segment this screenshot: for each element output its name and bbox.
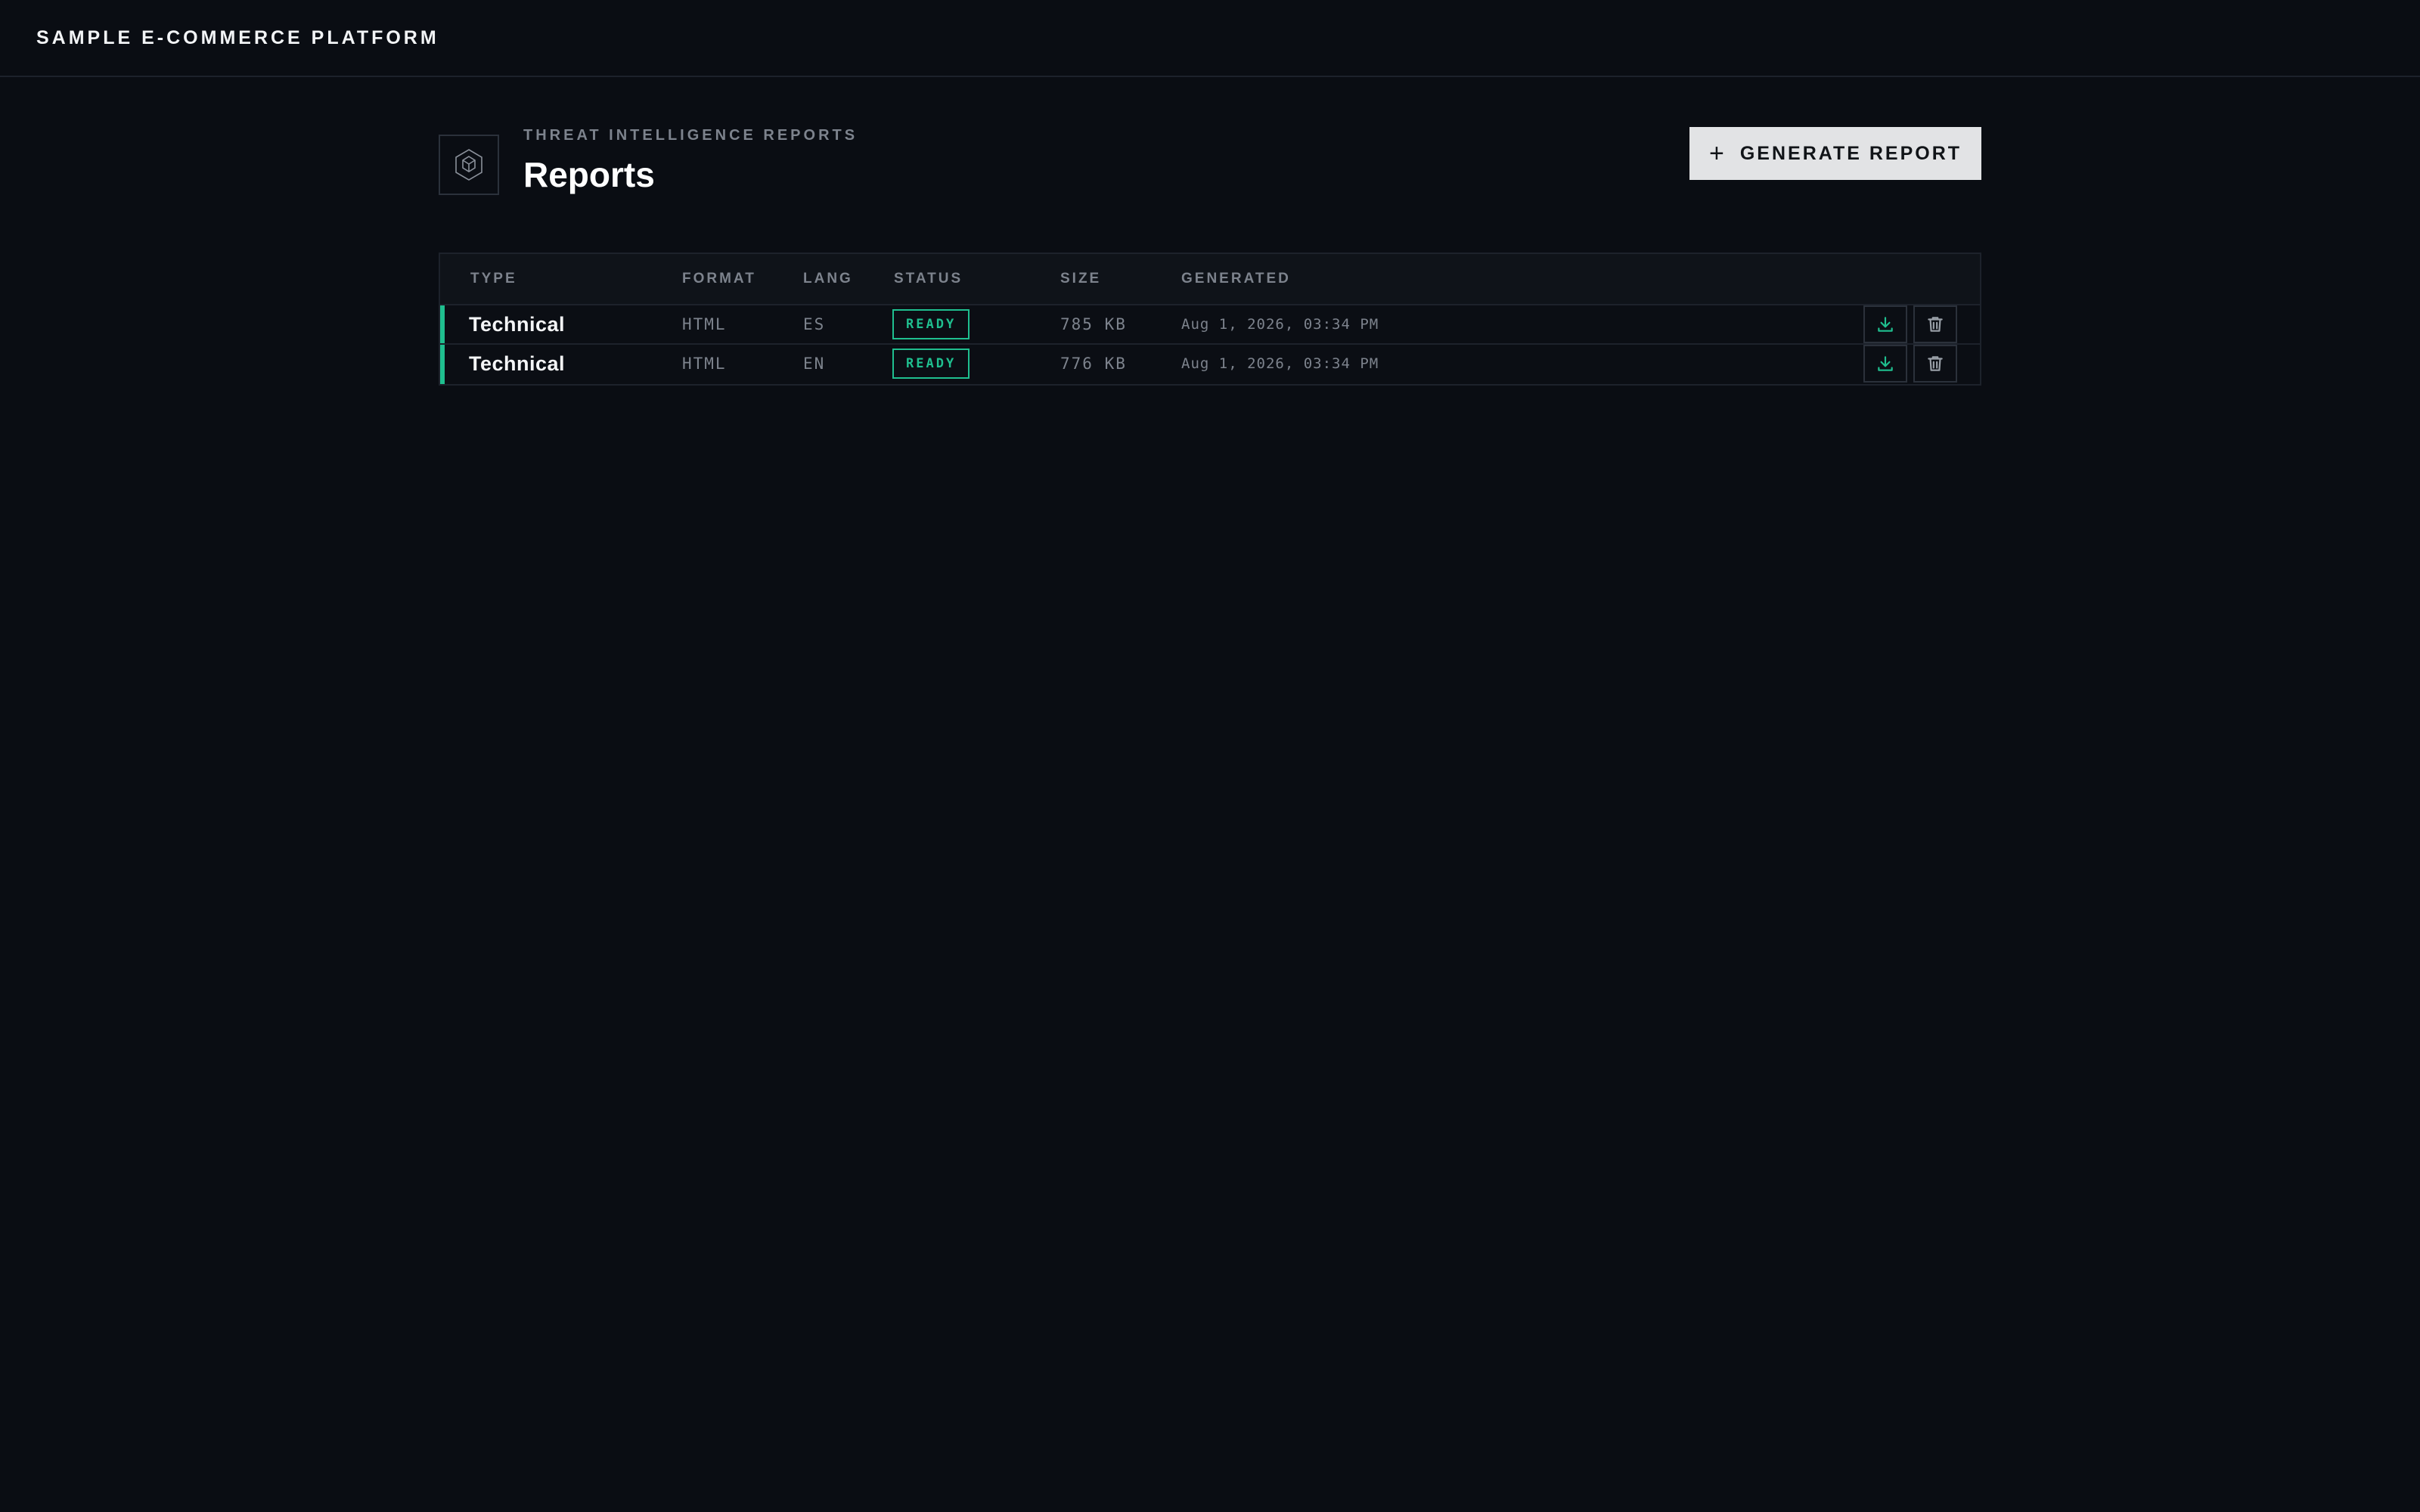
report-format: HTML bbox=[682, 315, 727, 333]
table-header: TYPE FORMAT LANG STATUS SIZE GENERATED bbox=[440, 254, 1980, 305]
report-type: Technical bbox=[469, 312, 566, 336]
status-cell: READY bbox=[892, 345, 970, 383]
column-header-lang[interactable]: LANG bbox=[803, 254, 853, 304]
status-badge: READY bbox=[892, 309, 970, 339]
table-row[interactable]: Technical HTML ES READY 785 KB Aug 1, 20… bbox=[440, 305, 1980, 345]
download-button[interactable] bbox=[1863, 345, 1907, 383]
download-icon bbox=[1878, 356, 1893, 371]
row-status-accent bbox=[440, 345, 445, 384]
report-lang: ES bbox=[803, 315, 826, 333]
status-badge: READY bbox=[892, 349, 970, 379]
page-title: Reports bbox=[523, 155, 655, 194]
reports-table: TYPE FORMAT LANG STATUS SIZE GENERATED T… bbox=[439, 253, 1981, 386]
report-generated: Aug 1, 2026, 03:34 PM bbox=[1181, 316, 1379, 333]
generate-report-label: GENERATE REPORT bbox=[1739, 142, 1962, 164]
table-row[interactable]: Technical HTML EN READY 776 KB Aug 1, 20… bbox=[440, 345, 1980, 384]
report-size: 776 KB bbox=[1060, 355, 1127, 373]
report-generated: Aug 1, 2026, 03:34 PM bbox=[1181, 355, 1379, 372]
column-header-format[interactable]: FORMAT bbox=[682, 254, 756, 304]
page-eyebrow: THREAT INTELLIGENCE REPORTS bbox=[523, 127, 858, 144]
row-status-accent bbox=[440, 305, 445, 343]
delete-button[interactable] bbox=[1913, 305, 1957, 343]
page-header: THREAT INTELLIGENCE REPORTS Reports + GE… bbox=[439, 127, 1981, 203]
report-type: Technical bbox=[469, 352, 566, 375]
report-size: 785 KB bbox=[1060, 315, 1127, 333]
trash-icon bbox=[1928, 356, 1943, 371]
reports-logo bbox=[439, 135, 499, 195]
delete-button[interactable] bbox=[1913, 345, 1957, 383]
brand-name[interactable]: SAMPLE E-COMMERCE PLATFORM bbox=[36, 27, 439, 49]
status-cell: READY bbox=[892, 305, 970, 343]
report-lang: EN bbox=[803, 355, 826, 373]
column-header-size[interactable]: SIZE bbox=[1060, 254, 1101, 304]
download-button[interactable] bbox=[1863, 305, 1907, 343]
column-header-type[interactable]: TYPE bbox=[470, 254, 517, 304]
plus-icon: + bbox=[1708, 139, 1727, 168]
column-header-generated[interactable]: GENERATED bbox=[1181, 254, 1291, 304]
generate-report-button[interactable]: + GENERATE REPORT bbox=[1689, 127, 1981, 180]
top-bar: SAMPLE E-COMMERCE PLATFORM bbox=[0, 0, 2420, 77]
download-icon bbox=[1878, 317, 1893, 332]
report-format: HTML bbox=[682, 355, 727, 373]
trash-icon bbox=[1928, 317, 1943, 332]
hexagon-cube-icon bbox=[455, 149, 482, 181]
column-header-status[interactable]: STATUS bbox=[894, 254, 963, 304]
